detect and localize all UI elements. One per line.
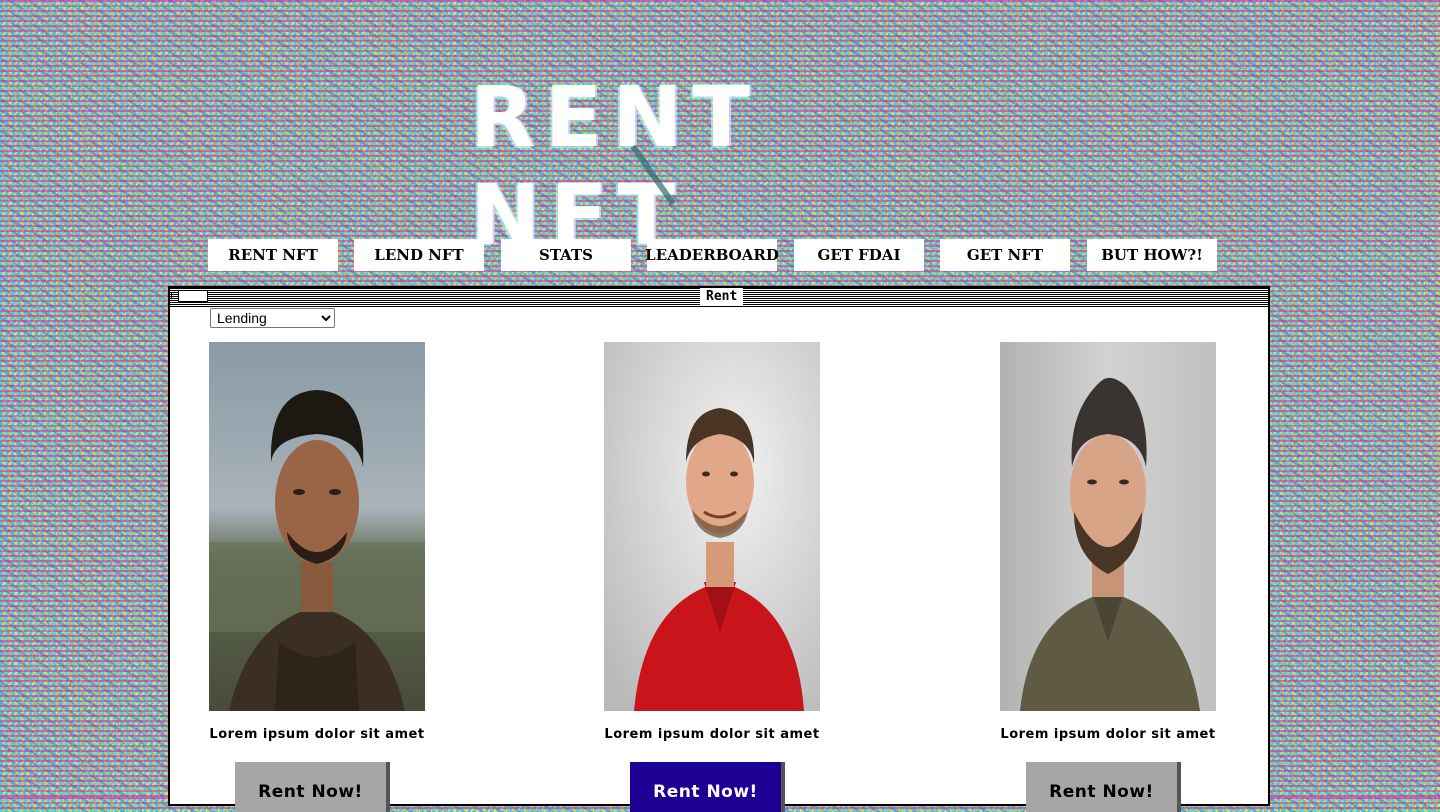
nav-leaderboard[interactable]: LEADERBOARD [645, 239, 779, 271]
nav-get-fdai[interactable]: GET FDAI [794, 239, 924, 271]
nav-stats[interactable]: STATS [501, 239, 631, 271]
nft-caption: Lorem ipsum dolor sit amet [1000, 727, 1216, 742]
window-titlebar[interactable]: Rent [170, 288, 1268, 307]
nft-photo [604, 342, 820, 711]
nav-get-nft[interactable]: GET NFT [940, 239, 1070, 271]
logo-text: RENT NFT [470, 68, 760, 264]
nft-card: Lorem ipsum dolor sit amet [209, 342, 425, 745]
mode-select[interactable]: Lending [210, 308, 335, 328]
portrait-image-3 [1000, 342, 1216, 711]
nav-rent-nft[interactable]: RENT NFT [208, 239, 338, 271]
nft-photo [209, 342, 425, 711]
nft-card: Lorem ipsum dolor sit amet [1000, 342, 1216, 745]
nft-caption: Lorem ipsum dolor sit amet [604, 727, 820, 742]
nav-lend-nft[interactable]: LEND NFT [354, 239, 484, 271]
portrait-image-2 [604, 342, 820, 711]
nav-but-how[interactable]: BUT HOW?! [1087, 239, 1217, 271]
rent-now-button[interactable]: Rent Now! [235, 762, 390, 812]
logo: RENT NFT [470, 68, 970, 264]
window-close-box[interactable] [171, 290, 208, 302]
rent-now-button[interactable]: Rent Now! [630, 762, 785, 812]
portrait-image-1 [209, 342, 425, 711]
main-nav: RENT NFT LEND NFT STATS LEADERBOARD GET … [208, 239, 1218, 271]
nft-caption: Lorem ipsum dolor sit amet [209, 727, 425, 742]
rent-now-button[interactable]: Rent Now! [1026, 762, 1181, 812]
nft-card: Lorem ipsum dolor sit amet [604, 342, 820, 745]
nft-photo [1000, 342, 1216, 711]
rent-window: Rent Lending Lorem ipsum dolor sit amet … [168, 286, 1270, 812]
window-title: Rent [700, 288, 744, 306]
